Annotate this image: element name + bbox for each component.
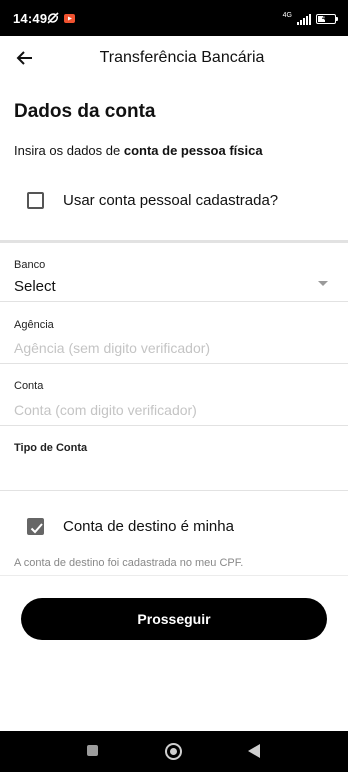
use-saved-account-label[interactable]: Usar conta pessoal cadastrada? — [63, 192, 278, 209]
continue-button[interactable]: Prosseguir — [21, 598, 327, 640]
field-divider — [0, 301, 348, 302]
field-divider — [0, 425, 348, 426]
account-label: Conta — [14, 380, 44, 392]
instruction-emphasis: conta de pessoa física — [123, 143, 263, 158]
bank-select[interactable]: Select — [14, 278, 56, 295]
instruction-text: Insira os dados de conta de pessoa físic… — [14, 143, 263, 158]
field-divider — [0, 363, 348, 364]
signal-icon — [297, 13, 311, 25]
destination-mine-label[interactable]: Conta de destino é minha — [63, 518, 234, 535]
checkmark-icon — [30, 522, 43, 533]
use-saved-account-checkbox[interactable] — [27, 191, 44, 209]
field-divider — [0, 575, 348, 576]
field-divider — [0, 490, 348, 491]
back-triangle-icon[interactable] — [248, 744, 260, 758]
section-title: Dados da conta — [14, 101, 156, 122]
status-right-icons: 4G 44 — [282, 11, 338, 26]
destination-mine-checkbox[interactable] — [27, 517, 44, 535]
status-bar: 14:49 4G 44 — [0, 0, 348, 36]
recent-apps-icon[interactable] — [87, 745, 98, 756]
destination-mine-row[interactable] — [27, 516, 44, 536]
account-type-label[interactable]: Tipo de Conta — [14, 442, 87, 454]
agency-label: Agência — [14, 319, 54, 331]
destination-hint: A conta de destino foi cadastrada no meu… — [14, 557, 244, 569]
status-time: 14:49 — [13, 11, 48, 26]
chevron-down-icon[interactable] — [318, 281, 328, 286]
bank-label: Banco — [14, 259, 46, 271]
notification-app-icon — [64, 13, 75, 23]
app-header: Transferência Bancária — [0, 36, 348, 82]
home-icon[interactable] — [165, 743, 182, 760]
network-type: 4G — [282, 11, 292, 19]
use-saved-account-row[interactable] — [27, 190, 44, 210]
battery-percent: 44 — [322, 15, 330, 22]
agency-input[interactable]: Agência (sem digito verificador) — [14, 340, 210, 356]
section-divider — [0, 240, 348, 243]
status-left-icons — [46, 11, 75, 25]
instruction-prefix: Insira os dados de — [14, 143, 124, 158]
system-nav-bar — [0, 731, 348, 772]
account-input[interactable]: Conta (com digito verificador) — [14, 402, 197, 418]
page-title: Transferência Bancária — [99, 49, 265, 66]
sync-off-icon — [47, 12, 59, 24]
battery-icon: 44 — [316, 14, 338, 24]
